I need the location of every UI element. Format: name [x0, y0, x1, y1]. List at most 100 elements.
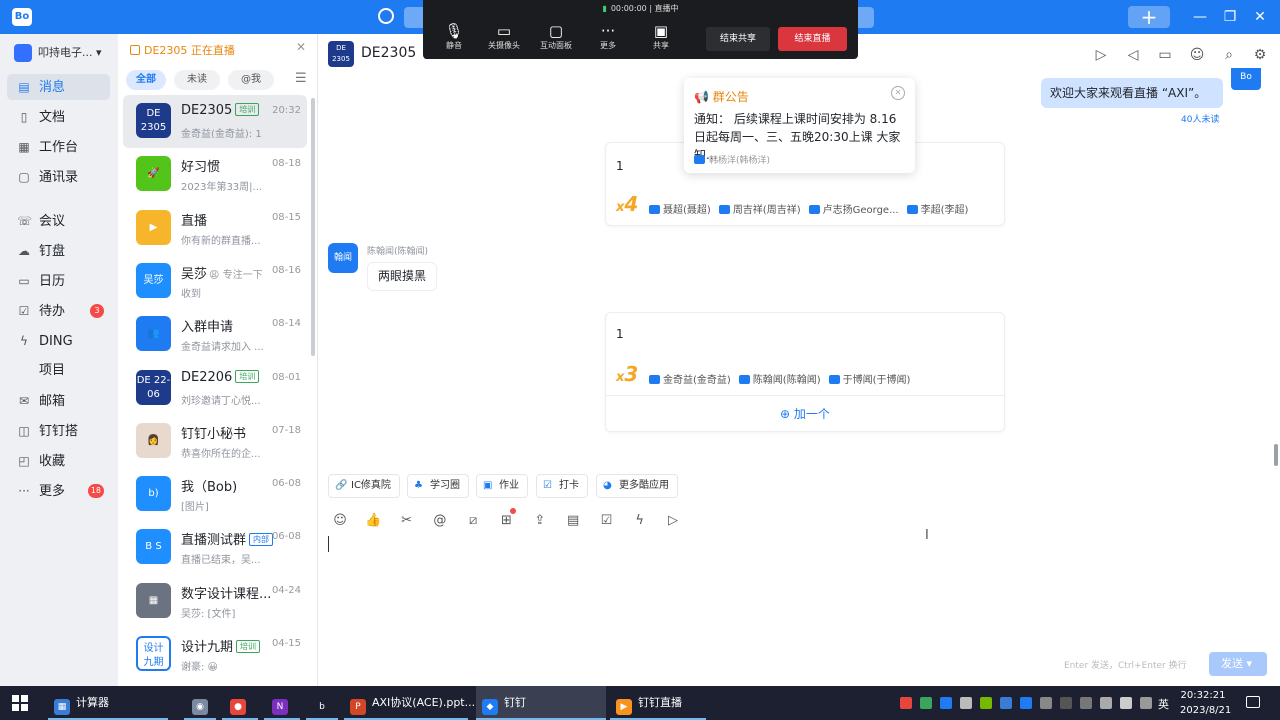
sidebar-item-11[interactable]: ◫ 钉钉搭	[7, 418, 110, 444]
taskbar-app[interactable]: b	[306, 686, 338, 720]
upload-icon[interactable]: ⇪	[531, 512, 549, 530]
history-icon[interactable]	[378, 8, 394, 24]
live-tool-2[interactable]: ▢ 互动面板	[531, 22, 581, 51]
tray-network-icon[interactable]	[1000, 697, 1012, 709]
add-member-icon[interactable]: ☺	[1188, 46, 1206, 64]
live-banner[interactable]: DE2305 正在直播	[130, 42, 235, 58]
mention-icon[interactable]: @	[431, 512, 449, 530]
sidebar-item-9[interactable]: 项目	[7, 358, 110, 384]
live-tool-0[interactable]: 🎙 静音	[429, 22, 479, 51]
app-chip[interactable]: ☑ 打卡	[536, 474, 588, 498]
search-icon[interactable]: ⌕	[1220, 46, 1238, 64]
live-tool-4[interactable]: ▣ 共享	[636, 22, 686, 51]
taskbar-app[interactable]: P AXI协议(ACE).ppt...	[344, 686, 475, 720]
live-tool-3[interactable]: ··· 更多	[583, 22, 633, 51]
relay-person[interactable]: 聂超(聂超)	[649, 201, 711, 216]
tray-bluetooth-icon[interactable]	[1020, 697, 1032, 709]
close-live-banner-icon[interactable]: ✕	[296, 40, 306, 54]
sidebar-item-2[interactable]: ▦ 工作台	[7, 134, 110, 160]
tray-app-icon[interactable]	[900, 697, 912, 709]
notification-icon[interactable]	[1246, 696, 1260, 708]
conversation-item[interactable]: 🚀 好习惯 08-18 2023年第33周|...	[123, 148, 307, 201]
speaker-icon[interactable]: ◁	[1124, 46, 1142, 64]
conversation-scrollbar[interactable]	[311, 98, 315, 356]
chat-scrollbar[interactable]	[1274, 444, 1278, 466]
unread-count[interactable]: 40人未读	[1181, 112, 1219, 125]
new-button[interactable]: +	[1128, 6, 1170, 28]
self-avatar[interactable]: Bo	[1231, 68, 1261, 90]
conversation-item[interactable]: 吴莎 吴莎 😩 专注一下 08-16 收到	[123, 255, 307, 308]
tray-dingtalk-icon[interactable]	[940, 697, 952, 709]
app-chip[interactable]: 🔗 IC修真院	[328, 474, 400, 498]
scissors-icon[interactable]: ✂	[398, 512, 416, 530]
plugin-icon[interactable]: ⊞	[498, 512, 516, 530]
relay-add-button[interactable]: ⊕ 加一个	[606, 395, 1004, 431]
tray-misc-icon[interactable]	[1060, 697, 1072, 709]
sidebar-item-4[interactable]: ☏ 会议	[7, 208, 110, 234]
taskbar-app[interactable]: N	[264, 686, 300, 720]
filter-tab-mention[interactable]: @我	[228, 70, 274, 90]
flash-icon[interactable]: ϟ	[631, 512, 649, 530]
sidebar-item-8[interactable]: ϟ DING	[7, 328, 110, 354]
end-live-button[interactable]: 结束直播	[778, 27, 847, 51]
folder-icon[interactable]: ▭	[1156, 46, 1174, 64]
live-tool-1[interactable]: ▭ 关摄像头	[479, 22, 529, 51]
close-window-button[interactable]: ✕	[1248, 6, 1272, 28]
conversation-item[interactable]: DE 22-06 DE2206 培训 08-01 刘珍邀请丁心悦...	[123, 362, 307, 415]
other-avatar[interactable]: 翰闻	[328, 243, 358, 273]
video-icon[interactable]: ▷	[664, 512, 682, 530]
tray-wifi-icon[interactable]	[1100, 697, 1112, 709]
app-chip[interactable]: ♣ 学习圈	[407, 474, 469, 498]
command-icon[interactable]: ⧄	[464, 512, 482, 530]
message-input-caret[interactable]	[328, 536, 329, 552]
filter-tab-unread[interactable]: 未读	[174, 70, 220, 90]
live-icon[interactable]: ▷	[1092, 46, 1110, 64]
org-switcher[interactable]: 叩持电子... ▾	[14, 44, 102, 62]
taskbar-app[interactable]: ▦ 计算器	[48, 686, 168, 720]
settings-icon[interactable]: ⚙	[1251, 46, 1269, 64]
sidebar-item-10[interactable]: ✉ 邮箱	[7, 388, 110, 414]
sidebar-item-12[interactable]: ◰ 收藏	[7, 448, 110, 474]
relay-person[interactable]: 于博闻(于博闻)	[828, 371, 910, 386]
announcement-close-icon[interactable]: ✕	[891, 86, 905, 100]
minimize-button[interactable]: —	[1188, 6, 1212, 28]
sidebar-item-0[interactable]: ▤ 消息	[7, 74, 110, 100]
clock[interactable]: 20:32:21 2023/8/21	[1180, 688, 1231, 718]
conversation-item[interactable]: b) 我（Bob) 06-08 [图片]	[123, 468, 307, 521]
sidebar-item-5[interactable]: ☁ 钉盘	[7, 238, 110, 264]
taskbar-app[interactable]: ▶ 钉钉直播	[610, 686, 706, 720]
conversation-item[interactable]: B S 直播测试群 内部 06-08 直播已结束，吴...	[123, 521, 307, 574]
tray-shield-icon[interactable]	[920, 697, 932, 709]
taskbar-app[interactable]: ●	[222, 686, 258, 720]
sidebar-item-13[interactable]: ··· 更多 18	[7, 478, 110, 504]
schedule-icon[interactable]: ▤	[564, 512, 582, 530]
task-icon[interactable]: ☑	[597, 512, 615, 530]
tray-volume-icon[interactable]	[1120, 697, 1132, 709]
end-share-button[interactable]: 结束共享	[706, 27, 770, 51]
relay-card[interactable]: 1 x3 金奇益(金奇益) 陈翰闻(陈翰闻) 于博闻(于博闻) ⊕ 加一个	[605, 312, 1005, 432]
sidebar-item-1[interactable]: ▯ 文档	[7, 104, 110, 130]
relay-person[interactable]: 金奇益(金奇益)	[649, 371, 731, 386]
send-button[interactable]: 发送 ▾	[1209, 652, 1267, 676]
sidebar-item-7[interactable]: ☑ 待办 3	[7, 298, 110, 324]
sidebar-item-6[interactable]: ▭ 日历	[7, 268, 110, 294]
relay-person[interactable]: 周吉祥(周吉祥)	[718, 201, 801, 216]
other-message[interactable]: 两眼摸黑	[367, 262, 438, 291]
conversation-item[interactable]: ▶ 直播 08-15 你有新的群直播...	[123, 202, 307, 255]
taskbar-app[interactable]: ◆ 钉钉	[476, 686, 606, 720]
tray-misc-icon[interactable]	[1040, 697, 1052, 709]
filter-menu-icon[interactable]: ☰	[295, 71, 307, 86]
relay-person[interactable]: 卢志扬George...	[808, 201, 899, 216]
input-language[interactable]: 英	[1158, 696, 1169, 712]
relay-person[interactable]: 陈翰闻(陈翰闻)	[738, 371, 821, 386]
conversation-item[interactable]: ▦ 数字设计课程... 04-24 吴莎: [文件]	[123, 575, 307, 628]
conversation-item[interactable]: 👩 钉钉小秘书 07-18 恭喜你所在的企...	[123, 415, 307, 468]
app-chip[interactable]: ◕ 更多酷应用	[596, 474, 678, 498]
group-announcement[interactable]: 📢 群公告 ✕ 通知： 后续课程上课时间安排为 8.16日起每周一、三、五晚20…	[684, 78, 915, 173]
sidebar-item-3[interactable]: ▢ 通讯录	[7, 164, 110, 190]
conversation-item[interactable]: 设计 九期 设计九期 培训 04-15 谢豪: 😀	[123, 628, 307, 681]
filter-tab-all[interactable]: 全部	[126, 70, 166, 90]
thumbs-up-icon[interactable]: 👍	[364, 512, 382, 530]
conversation-item[interactable]: 👥 入群申请 08-14 金奇益请求加入 ...	[123, 308, 307, 361]
app-chip[interactable]: ▣ 作业	[476, 474, 528, 498]
